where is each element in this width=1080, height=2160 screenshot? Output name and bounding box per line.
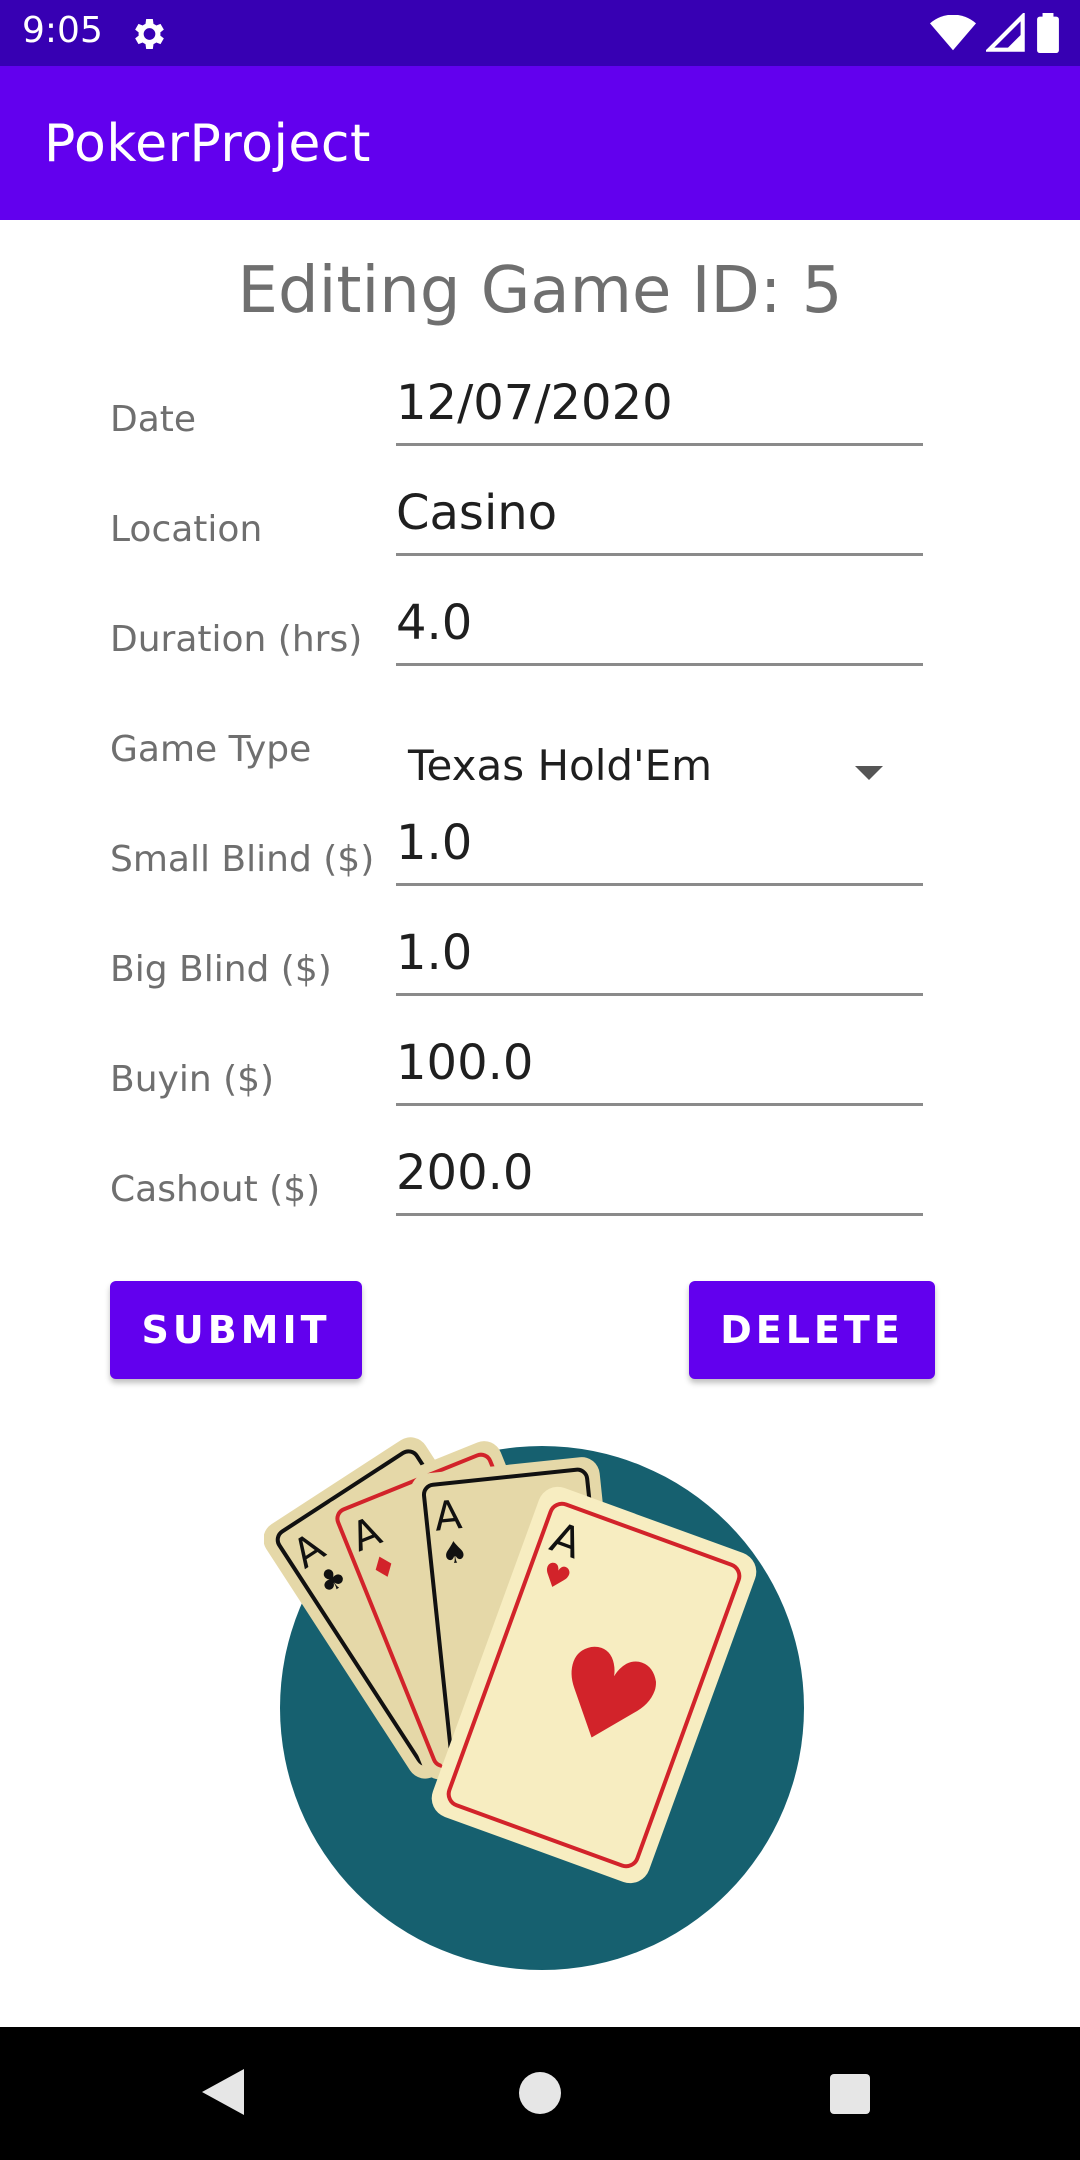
location-label: Location (110, 509, 263, 550)
app-title: PokerProject (44, 114, 371, 174)
cashout-row: Cashout ($) 200.0 (0, 1136, 1080, 1246)
dropdown-arrow-icon (855, 766, 883, 780)
location-row: Location Casino (0, 476, 1080, 586)
duration-row: Duration (hrs) 4.0 (0, 586, 1080, 696)
wifi-icon (930, 15, 976, 51)
svg-text:♠: ♠ (439, 1535, 469, 1573)
recents-icon[interactable] (830, 2074, 870, 2114)
game-type-label: Game Type (110, 729, 312, 770)
big-blind-row: Big Blind ($) 1.0 (0, 916, 1080, 1026)
small-blind-label: Small Blind ($) (110, 839, 375, 880)
small-blind-value: 1.0 (396, 815, 473, 871)
battery-icon (1037, 13, 1059, 53)
location-field[interactable]: Casino (396, 476, 923, 556)
small-blind-row: Small Blind ($) 1.0 (0, 806, 1080, 916)
cashout-value: 200.0 (396, 1145, 534, 1201)
home-icon[interactable] (519, 2072, 561, 2114)
app-bar: PokerProject (0, 66, 1080, 220)
submit-button[interactable]: SUBMIT (110, 1281, 362, 1379)
delete-button[interactable]: DELETE (689, 1281, 935, 1379)
status-bar: 9:05 (0, 0, 1080, 66)
small-blind-field[interactable]: 1.0 (396, 806, 923, 886)
settings-gear-icon (135, 19, 164, 49)
svg-text:A: A (432, 1492, 465, 1541)
cashout-field[interactable]: 200.0 (396, 1136, 923, 1216)
navigation-bar (0, 2027, 1080, 2160)
big-blind-value: 1.0 (396, 925, 473, 981)
signal-icon (986, 13, 1025, 52)
game-type-value: Texas Hold'Em (408, 741, 713, 790)
game-type-row: Game Type Texas Hold'Em (0, 696, 1080, 806)
duration-value: 4.0 (396, 595, 473, 651)
duration-label: Duration (hrs) (110, 619, 363, 660)
buyin-field[interactable]: 100.0 (396, 1026, 923, 1106)
buyin-label: Buyin ($) (110, 1059, 275, 1100)
location-value: Casino (396, 485, 558, 541)
date-label: Date (110, 399, 197, 440)
buyin-value: 100.0 (396, 1035, 534, 1091)
playing-cards-illustration: A ♣ A ♦ A ♠ A ♥ ♥ (264, 1437, 804, 1970)
cashout-label: Cashout ($) (110, 1169, 321, 1210)
big-blind-field[interactable]: 1.0 (396, 916, 923, 996)
date-row: Date 12/07/2020 (0, 366, 1080, 476)
duration-field[interactable]: 4.0 (396, 586, 923, 666)
game-type-spinner[interactable]: Texas Hold'Em (396, 696, 923, 790)
date-field[interactable]: 12/07/2020 (396, 366, 923, 446)
buyin-row: Buyin ($) 100.0 (0, 1026, 1080, 1136)
back-icon[interactable] (200, 2067, 246, 2117)
big-blind-label: Big Blind ($) (110, 949, 332, 990)
page-title: Editing Game ID: 5 (237, 254, 843, 328)
status-time: 9:05 (22, 10, 103, 51)
date-value: 12/07/2020 (396, 375, 673, 431)
